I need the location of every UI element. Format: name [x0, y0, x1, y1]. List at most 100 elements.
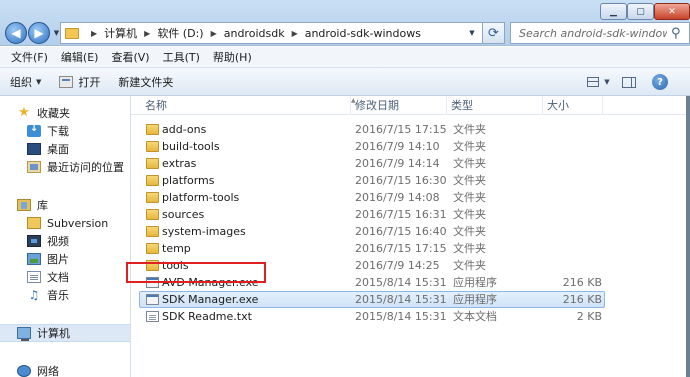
file-row[interactable]: platform-tools 2016/7/9 14:08 文件夹 — [139, 189, 605, 206]
file-row[interactable]: system-images 2016/7/15 16:40 文件夹 — [139, 223, 605, 240]
nav-computer[interactable]: 计算机 — [0, 324, 130, 342]
file-date: 2015/8/14 15:31 — [355, 276, 447, 289]
search-icon[interactable]: ⚲ — [671, 26, 681, 41]
nav-libraries-label: 库 — [37, 199, 48, 212]
file-row-selected[interactable]: SDK Manager.exe 2015/8/14 15:31 应用程序 216… — [139, 291, 605, 308]
file-type: 文本文档 — [453, 310, 497, 323]
file-date: 2016/7/9 14:08 — [355, 191, 440, 204]
file-date: 2016/7/9 14:14 — [355, 157, 440, 170]
nav-item-label: 文档 — [47, 271, 69, 284]
nav-item-subversion[interactable]: Subversion — [0, 214, 130, 232]
file-row[interactable]: add-ons 2016/7/15 17:15 文件夹 — [139, 121, 605, 138]
folder-icon — [65, 27, 79, 39]
breadcrumb-android-sdk-windows[interactable]: android-sdk-windows — [305, 27, 421, 40]
file-row[interactable]: build-tools 2016/7/9 14:10 文件夹 — [139, 138, 605, 155]
file-size — [524, 139, 602, 154]
breadcrumb-separator-icon: ▶ — [210, 28, 217, 38]
column-header-size[interactable]: 大小 — [543, 96, 603, 115]
nav-item-label: Subversion — [47, 216, 109, 230]
nav-item-label: 图片 — [47, 253, 69, 266]
preview-pane-button[interactable] — [619, 73, 639, 91]
star-icon: ★ — [18, 105, 30, 120]
address-bar[interactable]: ▶ 计算机 ▶ 软件 (D:) ▶ androidsdk ▶ android-sdk-w… — [60, 22, 483, 44]
new-folder-label: 新建文件夹 — [118, 75, 174, 89]
new-folder-button[interactable]: 新建文件夹 — [118, 74, 173, 90]
nav-item-pictures[interactable]: 图片 — [0, 250, 130, 268]
nav-favorites-label: 收藏夹 — [37, 107, 70, 120]
menu-help[interactable]: 帮助(H) — [208, 48, 257, 67]
folder-icon — [146, 260, 159, 271]
file-type: 文件夹 — [453, 225, 486, 238]
file-type: 文件夹 — [453, 140, 486, 153]
file-name: temp — [162, 242, 191, 255]
forward-arrow-icon: ▶ — [34, 26, 44, 40]
folder-icon — [146, 141, 159, 152]
nav-item-label: 下载 — [47, 125, 69, 138]
breadcrumb-computer[interactable]: 计算机 — [104, 25, 137, 41]
file-size — [524, 224, 602, 239]
nav-item-documents[interactable]: 文档 — [0, 268, 130, 286]
menu-bar: 文件(F) 编辑(E) 查看(V) 工具(T) 帮助(H) — [0, 47, 690, 68]
nav-favorites[interactable]: ★ 收藏夹 — [0, 104, 130, 122]
document-icon — [27, 271, 41, 283]
file-type: 文件夹 — [453, 259, 486, 272]
nav-libraries[interactable]: 库 — [0, 196, 130, 214]
breadcrumb-separator-icon: ▶ — [91, 28, 98, 38]
navigation-pane: ★ 收藏夹 下载 桌面 最近访问的位置 库 Subversion 视频 图片 文… — [0, 96, 131, 377]
nav-item-music[interactable]: ♫ 音乐 — [0, 286, 130, 304]
minimize-button[interactable]: ▁ — [600, 3, 627, 20]
breadcrumb-androidsdk[interactable]: androidsdk — [224, 27, 285, 40]
forward-button[interactable]: ▶ — [28, 22, 50, 44]
window-edge — [686, 96, 690, 377]
view-options-dropdown[interactable]: ▼ — [602, 73, 612, 91]
video-icon — [27, 235, 41, 247]
file-row[interactable]: AVD Manager.exe 2015/8/14 15:31 应用程序 216… — [139, 274, 605, 291]
recent-places-icon — [27, 161, 41, 173]
nav-item-recent-places[interactable]: 最近访问的位置 — [0, 158, 130, 176]
search-box[interactable]: ⚲ — [510, 22, 690, 44]
column-header-name[interactable]: 名称 — [141, 96, 351, 115]
file-name: system-images — [162, 225, 246, 238]
menu-file[interactable]: 文件(F) — [6, 48, 53, 67]
file-row[interactable]: extras 2016/7/9 14:14 文件夹 — [139, 155, 605, 172]
file-row[interactable]: platforms 2016/7/15 16:30 文件夹 — [139, 172, 605, 189]
file-row[interactable]: tools 2016/7/9 14:25 文件夹 — [139, 257, 605, 274]
column-header-date[interactable]: 修改日期 — [351, 96, 447, 115]
file-size — [524, 241, 602, 256]
open-button[interactable]: 打开 — [59, 74, 100, 90]
file-type: 文件夹 — [453, 191, 486, 204]
file-name: add-ons — [162, 123, 207, 136]
back-button[interactable]: ◀ — [5, 22, 27, 44]
file-name: SDK Manager.exe — [162, 293, 259, 306]
text-file-icon — [146, 311, 159, 322]
organize-button[interactable]: 组织 ▼ — [10, 74, 41, 90]
file-row[interactable]: sources 2016/7/15 16:31 文件夹 — [139, 206, 605, 223]
nav-item-desktop[interactable]: 桌面 — [0, 140, 130, 158]
refresh-button[interactable]: ⟳ — [483, 22, 505, 44]
address-dropdown-icon[interactable]: ▼ — [466, 24, 478, 42]
nav-item-videos[interactable]: 视频 — [0, 232, 130, 250]
file-date: 2016/7/9 14:10 — [355, 140, 440, 153]
nav-computer-label: 计算机 — [37, 327, 70, 340]
maximize-button[interactable]: ▢ — [627, 3, 654, 20]
picture-icon — [27, 253, 41, 265]
desktop-icon — [27, 143, 41, 155]
file-row[interactable]: SDK Readme.txt 2015/8/14 15:31 文本文档 2 KB — [139, 308, 605, 325]
file-date: 2016/7/15 16:40 — [355, 225, 447, 238]
nav-item-label: 最近访问的位置 — [47, 161, 124, 174]
menu-tools[interactable]: 工具(T) — [158, 48, 205, 67]
menu-view[interactable]: 查看(V) — [106, 48, 154, 67]
nav-item-downloads[interactable]: 下载 — [0, 122, 130, 140]
file-row[interactable]: temp 2016/7/15 17:15 文件夹 — [139, 240, 605, 257]
close-button[interactable]: ✕ — [654, 3, 690, 20]
change-view-button[interactable] — [584, 73, 602, 91]
menu-edit[interactable]: 编辑(E) — [56, 48, 104, 67]
search-input[interactable] — [519, 26, 667, 40]
file-type: 应用程序 — [453, 276, 497, 289]
nav-network[interactable]: 网络 — [0, 362, 130, 377]
column-header-type[interactable]: 类型 — [447, 96, 543, 115]
breadcrumb-drive[interactable]: 软件 (D:) — [157, 25, 203, 41]
help-icon[interactable]: ? — [652, 74, 668, 90]
file-type: 文件夹 — [453, 157, 486, 170]
file-size: 216 KB — [562, 276, 602, 289]
